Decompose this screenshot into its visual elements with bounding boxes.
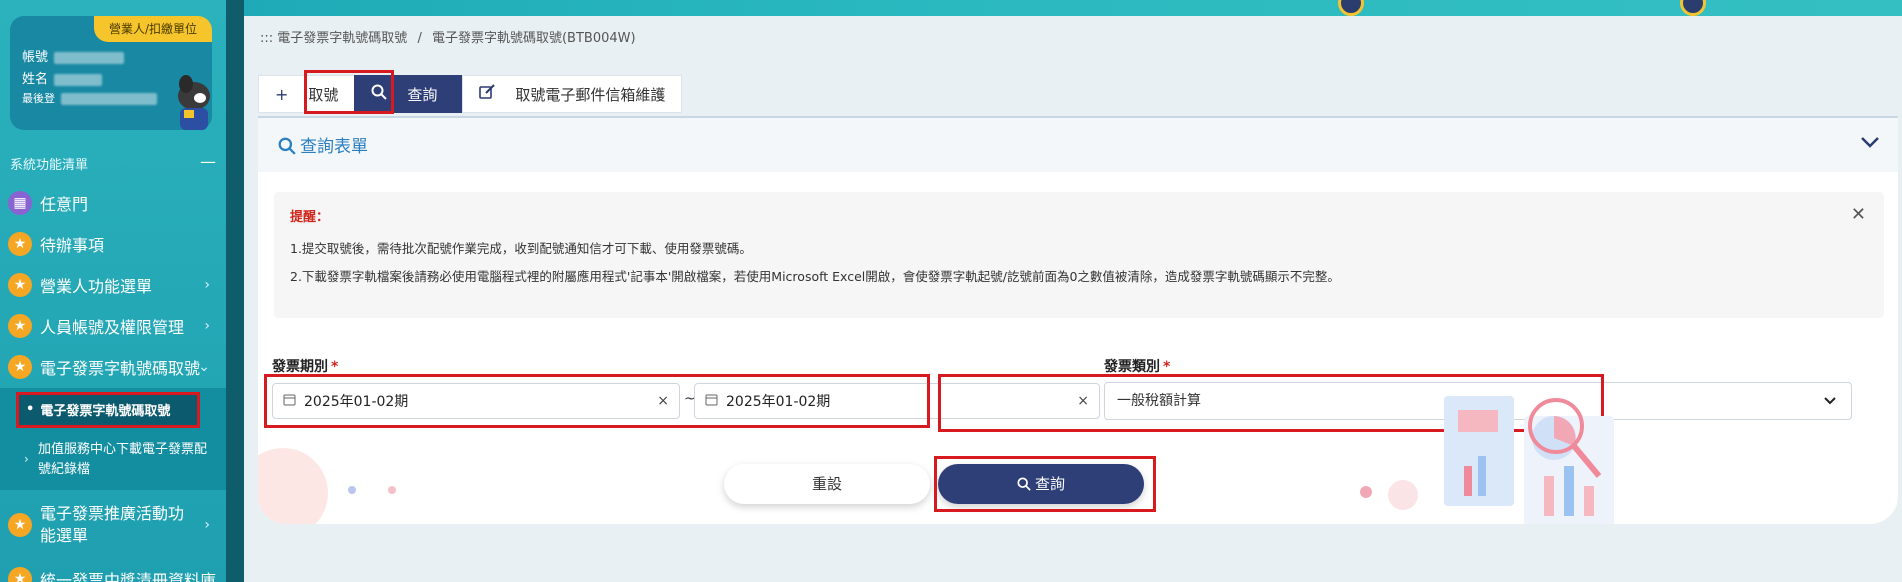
- sidebar-item-label: 電子發票字軌號碼取號: [40, 359, 201, 378]
- sidebar-item-label: 電子發票推廣活動功能選單: [40, 504, 185, 545]
- tab-label: 取號電子郵件信箱維護: [515, 85, 666, 104]
- submenu-item-download[interactable]: 加值服務中心下載電子發票配號紀錄檔: [38, 440, 218, 480]
- chevron-right-icon: ›: [204, 318, 210, 334]
- sidebar-item-label: 營業人功能選單: [40, 277, 153, 296]
- edit-icon: [479, 84, 496, 104]
- map-icon: ▦: [8, 191, 32, 215]
- star-icon: ★: [8, 232, 32, 256]
- account-row: 帳號: [22, 46, 125, 65]
- top-banner: [0, 0, 1902, 16]
- sidebar-item-portal[interactable]: ▦ 任意門: [8, 184, 218, 222]
- sidebar-item-label: 人員帳號及權限管理: [40, 318, 185, 337]
- form-title-text: 查詢表單: [300, 137, 368, 157]
- chevron-down-icon[interactable]: [1860, 130, 1880, 154]
- report-illustration: [1444, 396, 1614, 524]
- breadcrumb-parent-link[interactable]: 電子發票字軌號碼取號: [277, 31, 407, 46]
- period-label: 發票期別 *: [272, 359, 339, 375]
- notice-line-1: 1.提交取號後，需待批次配號作業完成，收到配號通知信才可下載、使用發票號碼。: [290, 241, 752, 256]
- name-row: 姓名: [22, 68, 103, 87]
- breadcrumb-separator: /: [417, 31, 422, 46]
- query-form-card: 查詢表單 提醒： 1.提交取號後，需待批次配號作業完成，收到配號通知信才可下載、…: [258, 116, 1898, 524]
- star-icon: ★: [8, 513, 32, 537]
- star-icon: ★: [8, 355, 32, 379]
- chevron-right-icon: ›: [204, 517, 210, 533]
- main-content: ::: 電子發票字軌號碼取號 / 電子發票字軌號碼取號(BTB004W) + 取…: [244, 16, 1902, 582]
- decoration: [258, 448, 328, 524]
- sidebar-divider: [226, 0, 244, 582]
- chevron-right-icon: ›: [204, 277, 210, 293]
- plus-icon: +: [275, 84, 289, 104]
- tab-email-maintenance[interactable]: 取號電子郵件信箱維護: [462, 75, 683, 113]
- banner-deco-icon: [1338, 0, 1364, 16]
- tab-label: 查詢: [407, 85, 438, 104]
- search-icon: [278, 137, 296, 155]
- sidebar-item-todo[interactable]: ★ 待辦事項: [8, 225, 218, 263]
- menu-title: 系統功能清單: [10, 158, 89, 173]
- sidebar-item-promotion[interactable]: ★ 電子發票推廣活動功能選單 ›: [8, 500, 218, 550]
- sidebar-item-winning-list[interactable]: ★ 統一發票中獎清冊資料庫: [8, 560, 218, 582]
- type-label: 發票類別 *: [1104, 359, 1171, 375]
- star-icon: ★: [8, 314, 32, 338]
- sidebar-item-invoice-number[interactable]: ★ 電子發票字軌號碼取號 ⌄: [8, 348, 218, 386]
- chevron-down-icon: [1823, 383, 1837, 432]
- sidebar: 營業人/扣繳單位 帳號 姓名 最後登 系統功能清單 — ▦ 任意門 ★ 待辦事項…: [0, 0, 226, 582]
- star-icon: ★: [8, 273, 32, 297]
- highlight-box: [934, 456, 1156, 512]
- user-profile-card: 營業人/扣繳單位 帳號 姓名 最後登: [10, 16, 212, 130]
- highlight-box: [16, 392, 200, 428]
- sidebar-item-label: 待辦事項: [40, 236, 105, 255]
- collapse-menu-button[interactable]: —: [200, 152, 216, 171]
- form-title: 查詢表單: [278, 132, 368, 157]
- breadcrumb: ::: 電子發票字軌號碼取號 / 電子發票字軌號碼取號(BTB004W): [260, 27, 636, 46]
- close-icon[interactable]: ✕: [1851, 204, 1866, 225]
- mascot-icon: [178, 75, 210, 130]
- card-header[interactable]: 查詢表單: [258, 118, 1898, 172]
- notice-title: 提醒：: [290, 210, 330, 225]
- sidebar-item-account-permissions[interactable]: ★ 人員帳號及權限管理 ›: [8, 307, 218, 345]
- role-badge: 營業人/扣繳單位: [94, 16, 212, 42]
- reset-button[interactable]: 重設: [724, 464, 930, 504]
- last-login-row: 最後登: [22, 90, 157, 106]
- decoration: [388, 486, 396, 494]
- star-icon: ★: [8, 567, 32, 582]
- highlight-box: [304, 70, 394, 114]
- breadcrumb-current: 電子發票字軌號碼取號(BTB004W): [431, 31, 636, 46]
- notice-box: 提醒： 1.提交取號後，需待批次配號作業完成，收到配號通知信才可下載、使用發票號…: [274, 192, 1884, 318]
- decoration: [1388, 480, 1418, 510]
- sidebar-item-business-menu[interactable]: ★ 營業人功能選單 ›: [8, 266, 218, 304]
- sidebar-item-label: 任意門: [40, 195, 89, 214]
- highlight-box: [264, 374, 930, 428]
- sidebar-item-label: 統一發票中獎清冊資料庫: [40, 571, 217, 582]
- decoration: [348, 486, 356, 494]
- breadcrumb-prefix: :::: [260, 31, 274, 46]
- decoration: [1360, 486, 1372, 498]
- chevron-right-icon: ›: [24, 452, 29, 466]
- notice-line-2: 2.下載發票字軌檔案後請務必使用電腦程式裡的附屬應用程式'記事本'開啟檔案，若使…: [290, 269, 1340, 284]
- chevron-down-icon: ⌄: [198, 359, 210, 375]
- banner-deco-icon: [1680, 0, 1706, 16]
